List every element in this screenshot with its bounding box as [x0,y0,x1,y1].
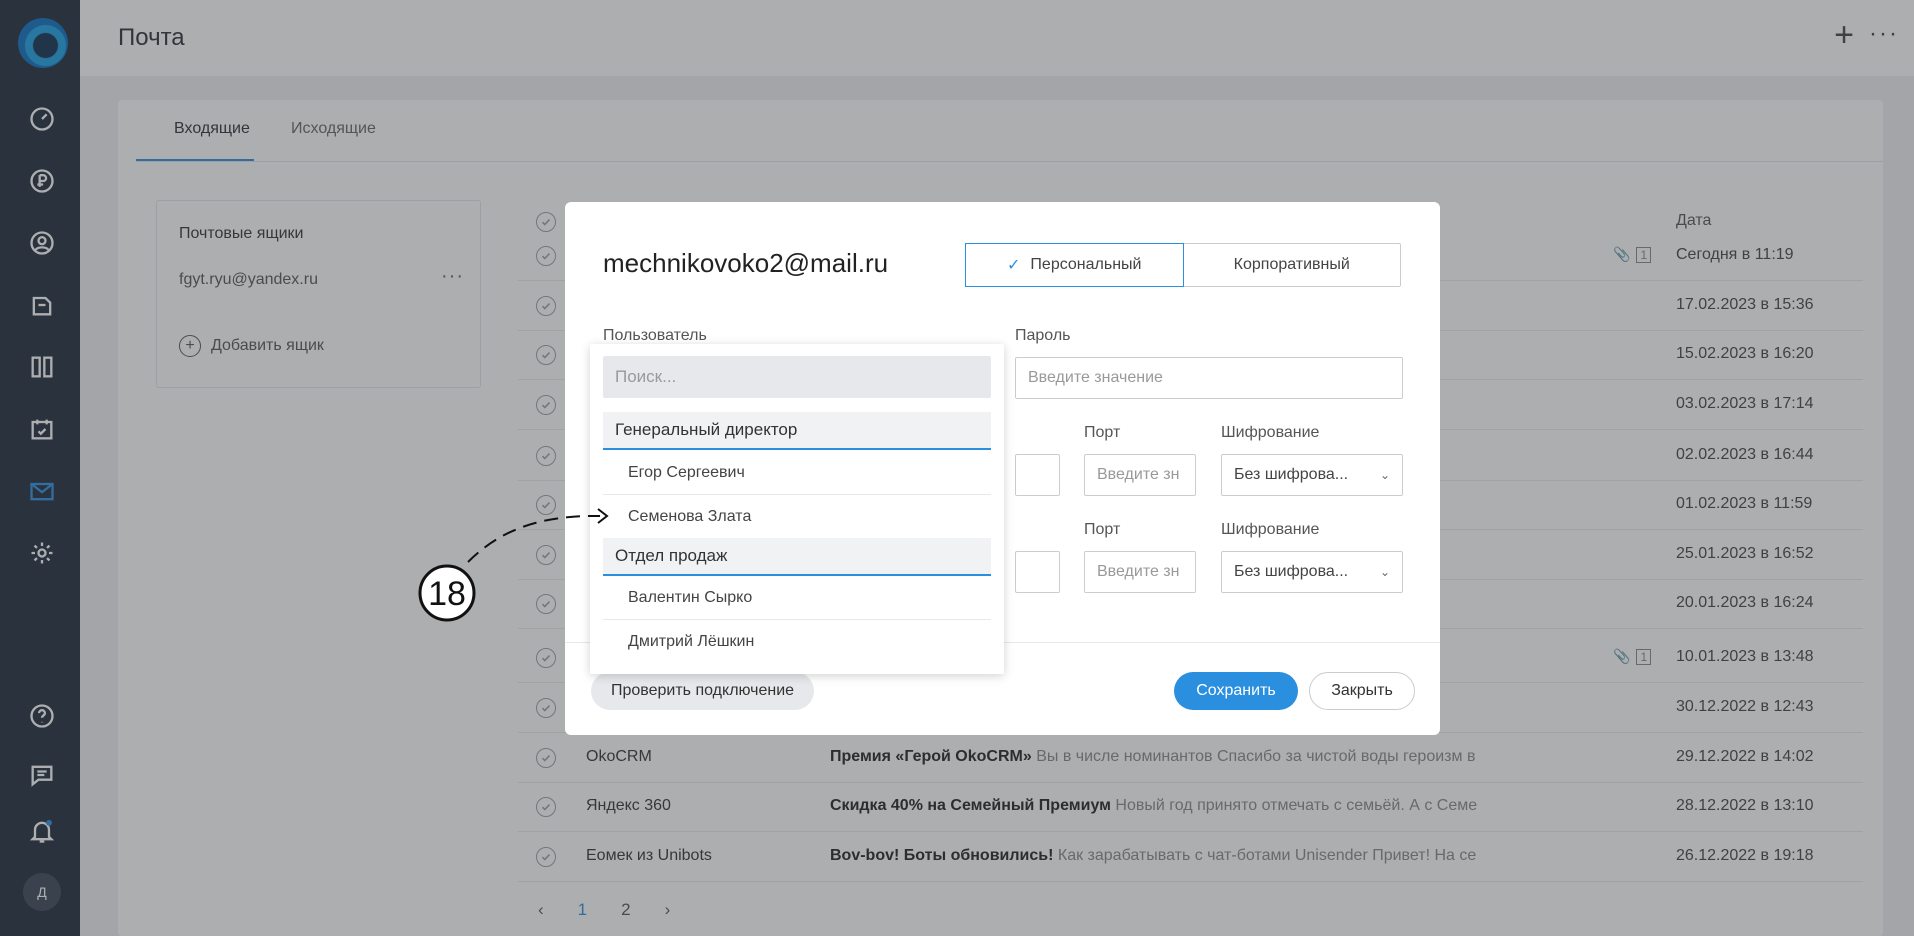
callout-annotation: 18 [418,508,609,622]
callout-line [467,514,601,563]
callout-number: 18 [428,575,466,613]
